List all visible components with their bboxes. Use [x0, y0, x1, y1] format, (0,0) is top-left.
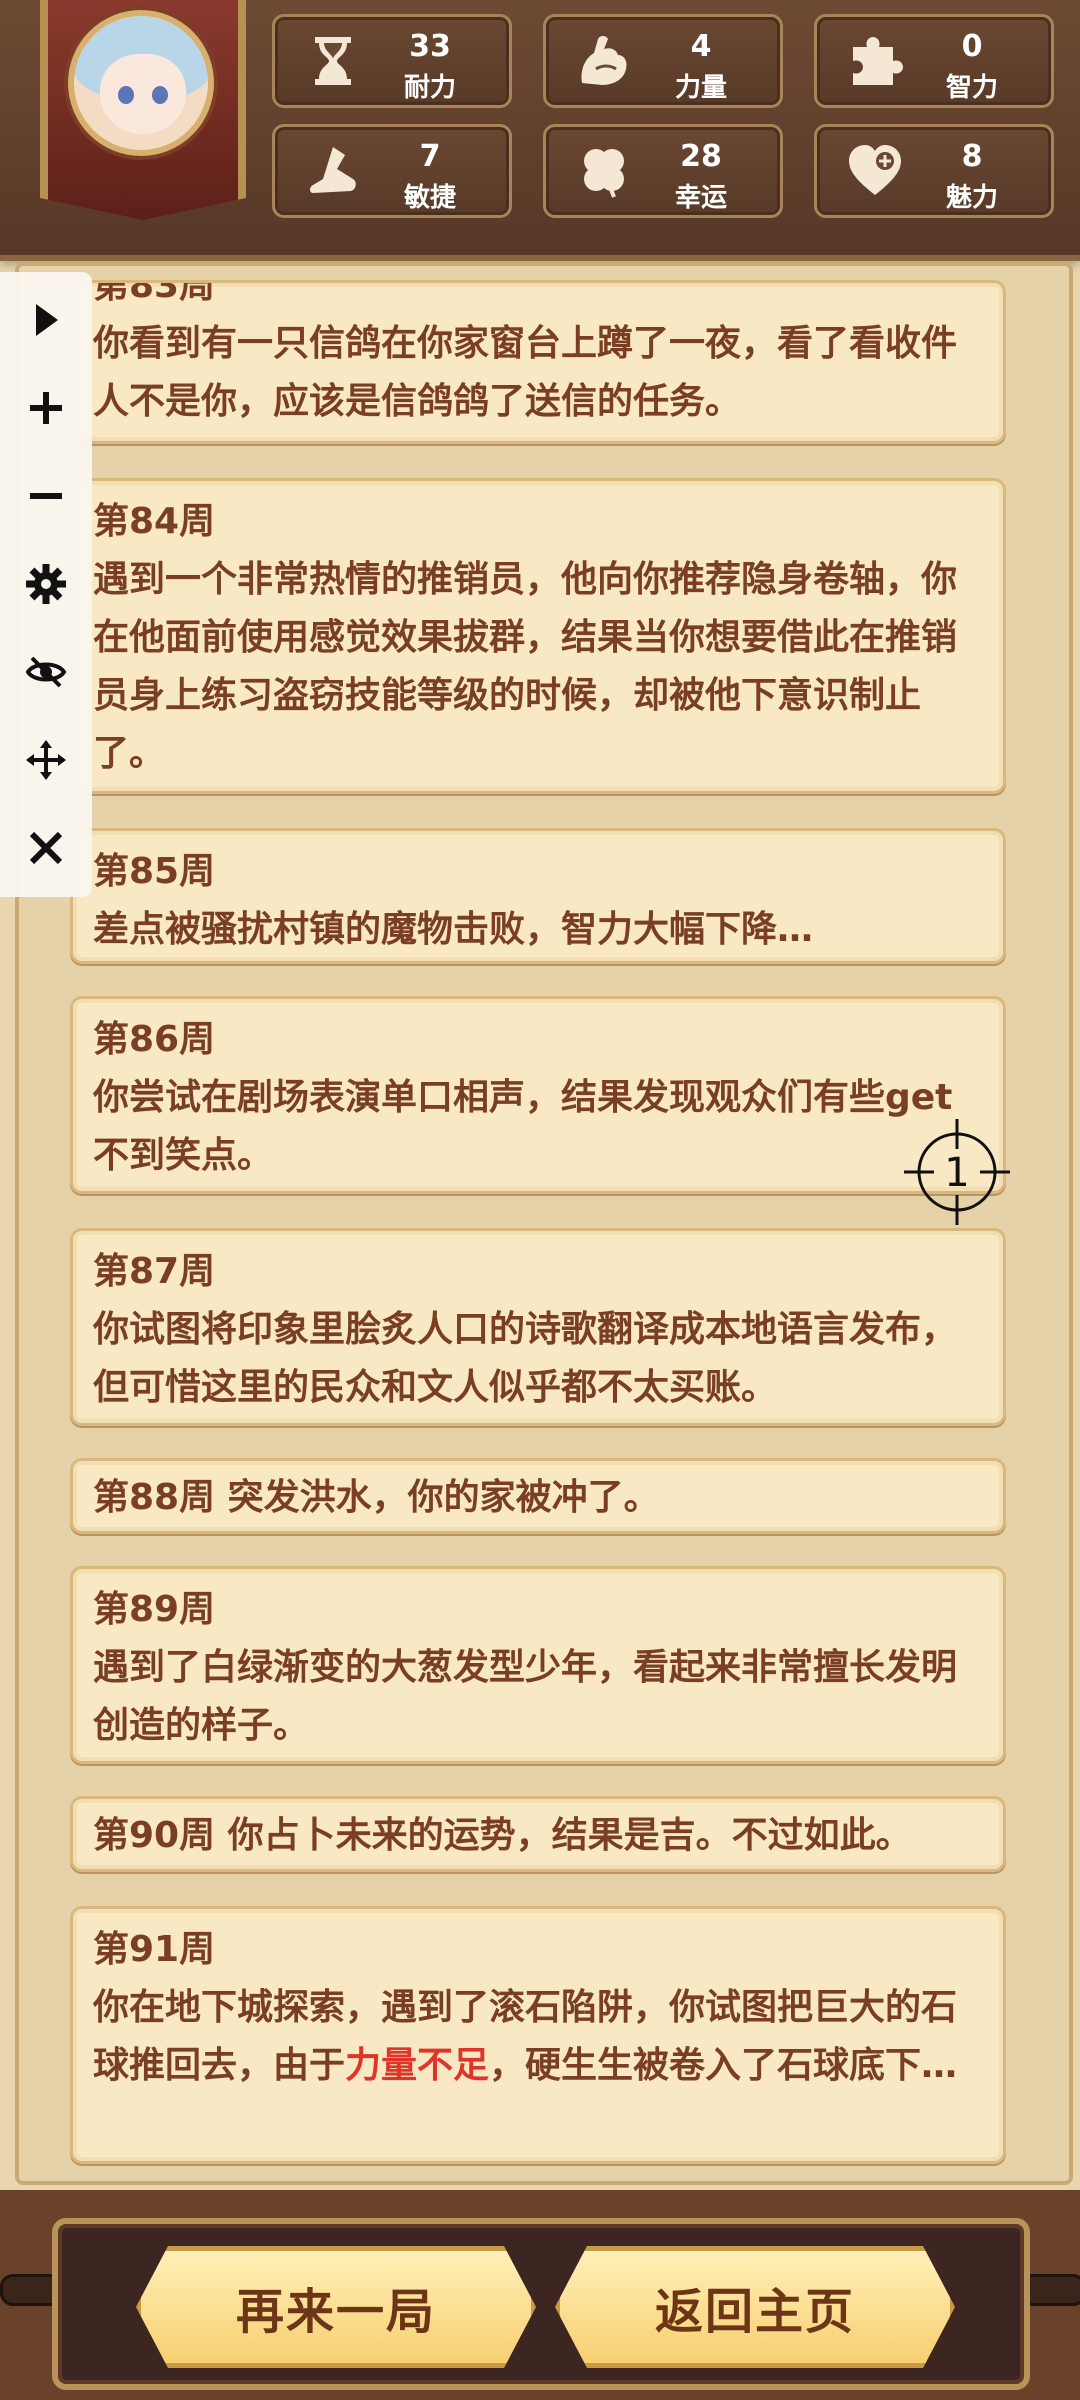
event-text: 遇到了白绿渐变的大葱发型少年，看起来非常擅长发明创造的样子。: [93, 1647, 958, 1746]
event-card: 第91周 你在地下城探索，遇到了滚石陷阱，你试图把巨大的石球推回去，由于力量不足…: [70, 1906, 1006, 2164]
crosshair-label: 1: [944, 1150, 969, 1196]
clover-icon: [584, 149, 624, 198]
stat-label: 智力: [945, 73, 998, 103]
event-week: 第89周: [93, 1589, 216, 1630]
return-home-button[interactable]: 返回主页: [555, 2246, 955, 2368]
event-text: 你看到有一只信鸽在你家窗台上蹲了一夜，看了看收件人不是你，应该是信鸽鸽了送信的任…: [93, 323, 958, 422]
play-icon: [36, 304, 58, 336]
stat-value: 8: [961, 139, 983, 174]
stat-stamina: 33 耐力: [272, 14, 512, 108]
event-week: 第87周: [93, 1251, 216, 1292]
event-text: 你占卜未来的运势，结果是吉。不过如此。: [227, 1815, 912, 1856]
stat-agility: 7 敏捷: [272, 124, 512, 218]
stat-value: 4: [690, 29, 712, 64]
replay-button[interactable]: 再来一局: [136, 2246, 536, 2368]
close-button[interactable]: [22, 824, 70, 872]
plus-icon: [30, 392, 62, 424]
close-icon: [29, 831, 63, 865]
agility-boot-icon: [310, 147, 356, 193]
event-week: 第84周: [93, 501, 216, 542]
zoom-out-button[interactable]: [22, 472, 70, 520]
move-icon: [26, 740, 66, 780]
stat-label: 力量: [674, 73, 727, 103]
event-week: 第91周: [93, 1929, 216, 1970]
event-text: 你在地下城探索，遇到了滚石陷阱，你试图把巨大的石球推回去，由于力量不足，硬生生被…: [93, 1987, 958, 2086]
zoom-in-button[interactable]: [22, 384, 70, 432]
stat-label: 幸运: [674, 183, 727, 213]
event-text: 你尝试在剧场表演单口相声，结果发现观众们有些get不到笑点。: [93, 1077, 953, 1176]
event-text: 突发洪水，你的家被冲了。: [227, 1477, 660, 1518]
gear-icon: [26, 564, 66, 604]
stat-value: 7: [419, 139, 441, 174]
stat-value: 0: [961, 29, 983, 64]
stat-value: 33: [409, 29, 451, 64]
stat-strength: 4 力量: [543, 14, 783, 108]
event-week: 第83周: [93, 280, 216, 306]
move-button[interactable]: [22, 736, 70, 784]
muscle-arm-icon: [581, 36, 627, 85]
avatar: [68, 10, 214, 156]
stat-intelligence: 0 智力: [814, 14, 1054, 108]
event-card: 第86周 你尝试在剧场表演单口相声，结果发现观众们有些get不到笑点。: [70, 996, 1006, 1194]
stat-label: 敏捷: [403, 183, 456, 213]
event-card: 第89周 遇到了白绿渐变的大葱发型少年，看起来非常擅长发明创造的样子。: [70, 1566, 1006, 1764]
event-text: 遇到一个非常热情的推销员，他向你推荐隐身卷轴，你在他面前使用感觉效果拔群，结果当…: [93, 559, 958, 774]
event-card: 第83周 你看到有一只信鸽在你家窗台上蹲了一夜，看了看收件人不是你，应该是信鸽鸽…: [70, 280, 1006, 444]
event-week: 第85周: [93, 851, 216, 892]
event-text: 你试图将印象里脍炙人口的诗歌翻译成本地语言发布，但可惜这里的民众和文人似乎都不太…: [93, 1309, 958, 1408]
event-card: 第85周 差点被骚扰村镇的魔物击败，智力大幅下降…: [70, 828, 1006, 964]
event-week: 第86周: [93, 1019, 216, 1060]
stat-charm: 8 魅力: [814, 124, 1054, 218]
crosshair-icon: 1: [904, 1119, 1010, 1225]
event-card: 第90周 你占卜未来的运势，结果是吉。不过如此。: [70, 1796, 1006, 1872]
event-week: 第88周: [93, 1477, 216, 1518]
settings-button[interactable]: [22, 560, 70, 608]
stat-label: 耐力: [403, 73, 456, 103]
event-card: 第84周 遇到一个非常热情的推销员，他向你推荐隐身卷轴，你在他面前使用感觉效果拔…: [70, 478, 1006, 794]
stat-value: 28: [680, 139, 722, 174]
hourglass-icon: [315, 37, 351, 85]
event-week: 第90周: [93, 1815, 216, 1856]
tap-target-crosshair[interactable]: 1: [902, 1117, 1012, 1227]
stat-luck: 28 幸运: [543, 124, 783, 218]
hide-button[interactable]: [22, 648, 70, 696]
bottom-bar: 再来一局 返回主页: [0, 2190, 1080, 2400]
stat-label: 魅力: [945, 183, 998, 213]
stats-header: 33 耐力 4 力量 0 智力 7 敏捷 28 幸运 8 魅力: [0, 0, 1080, 261]
heart-plus-icon: [849, 145, 901, 195]
player-portrait[interactable]: [40, 0, 246, 220]
play-button[interactable]: [22, 296, 70, 344]
eye-off-icon: [25, 656, 67, 688]
strength-insufficient-highlight: 力量不足: [345, 2045, 490, 2086]
event-text: 差点被骚扰村镇的魔物击败，智力大幅下降…: [93, 909, 814, 950]
floating-toolbar: [0, 272, 92, 897]
event-card: 第87周 你试图将印象里脍炙人口的诗歌翻译成本地语言发布，但可惜这里的民众和文人…: [70, 1228, 1006, 1426]
event-card: 第88周 突发洪水，你的家被冲了。: [70, 1458, 1006, 1534]
puzzle-piece-icon: [853, 37, 903, 85]
minus-icon: [30, 493, 62, 499]
